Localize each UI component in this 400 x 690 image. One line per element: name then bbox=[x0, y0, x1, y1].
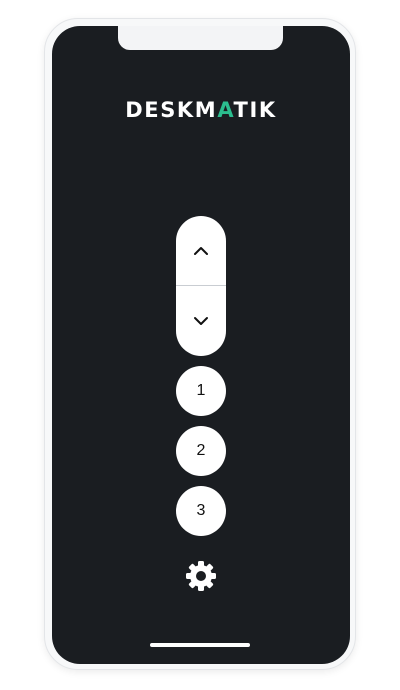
move-down-button[interactable] bbox=[176, 286, 226, 355]
logo-text-left: DESKM bbox=[125, 98, 218, 122]
settings-button[interactable] bbox=[185, 560, 217, 592]
preset-2-button[interactable]: 2 bbox=[176, 426, 226, 476]
deskmatik-logo: DESKMATIK bbox=[52, 98, 350, 122]
phone-notch bbox=[118, 26, 283, 50]
gear-icon bbox=[186, 561, 216, 591]
logo-accent-letter: A bbox=[217, 98, 234, 122]
move-up-button[interactable] bbox=[176, 216, 226, 285]
logo-text-right: TIK bbox=[233, 98, 277, 122]
preset-3-button[interactable]: 3 bbox=[176, 486, 226, 536]
chevron-up-icon bbox=[194, 246, 208, 255]
preset-1-button[interactable]: 1 bbox=[176, 366, 226, 416]
home-indicator bbox=[150, 643, 250, 647]
phone-frame: DESKMATIK 1 2 3 bbox=[44, 18, 356, 670]
chevron-down-icon bbox=[194, 316, 208, 325]
app-screen: DESKMATIK 1 2 3 bbox=[52, 26, 350, 664]
height-control bbox=[176, 216, 226, 356]
